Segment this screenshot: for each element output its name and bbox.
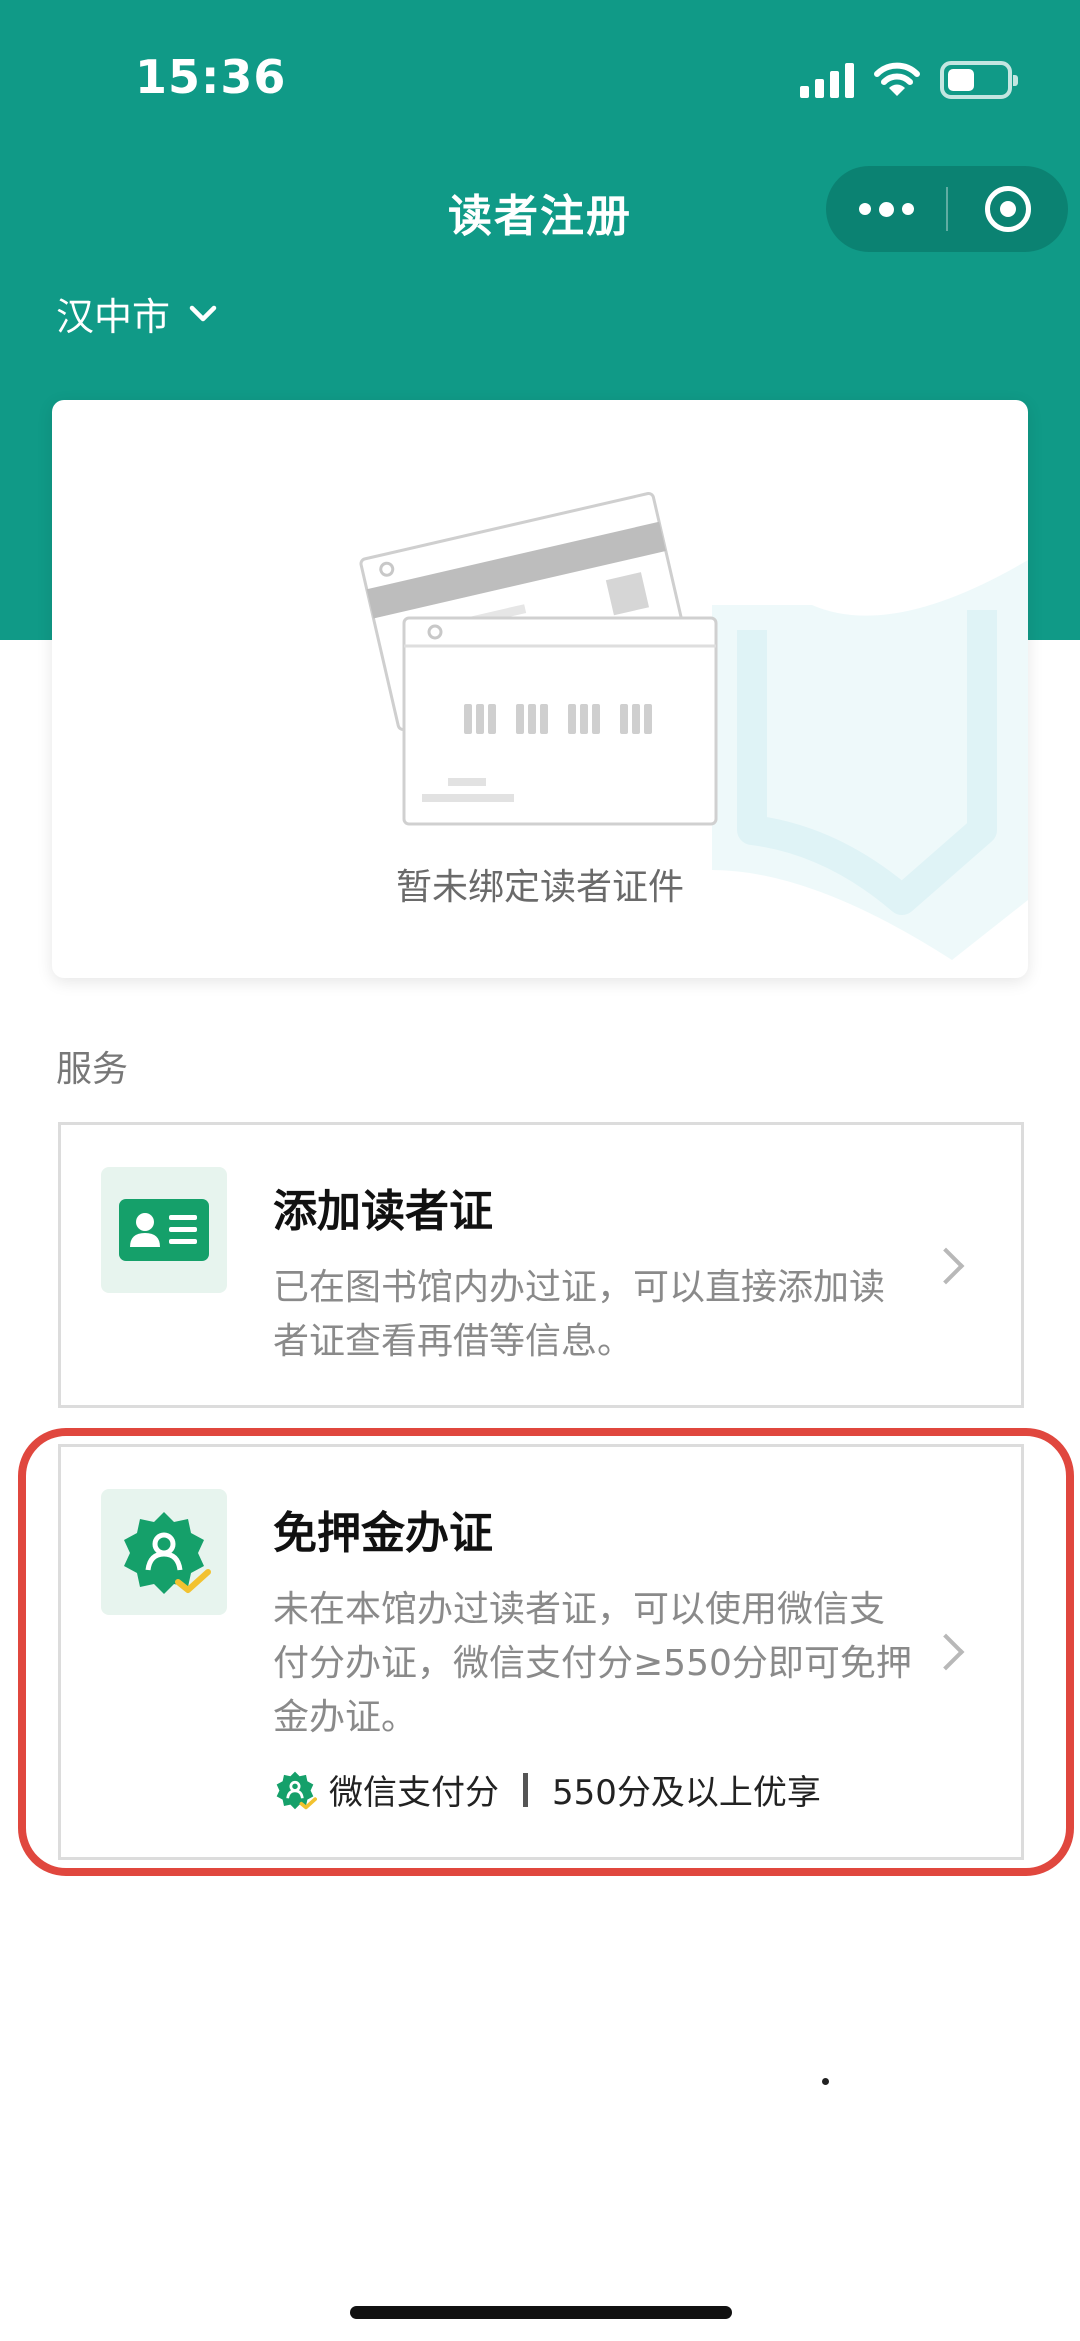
home-indicator (350, 2306, 732, 2319)
services-section-label: 服务 (56, 1049, 129, 1090)
add-reader-card-item[interactable]: 添加读者证 已在图书馆内办过证，可以直接添加读者证查看再借等信息。 (58, 1122, 1024, 1408)
empty-card-text: 暂未绑定读者证件 (395, 867, 684, 908)
chevron-down-icon (189, 305, 217, 321)
city-selector[interactable]: 汉中市 (56, 286, 218, 341)
more-dots-icon[interactable] (826, 166, 946, 252)
add-reader-card-title: 添加读者证 (273, 1186, 493, 1237)
signal-icon (800, 62, 854, 98)
wifi-icon (874, 62, 920, 96)
close-target-icon[interactable] (948, 166, 1068, 252)
mini-program-capsule (826, 166, 1068, 252)
status-icons (800, 58, 1018, 102)
add-reader-card-description: 已在图书馆内办过证，可以直接添加读者证查看再借等信息。 (273, 1267, 886, 1362)
reader-card-panel: 暂未绑定读者证件 (52, 400, 1028, 978)
highlight-outline (18, 1428, 1074, 1876)
status-time: 15:36 (135, 50, 287, 104)
stray-dot (822, 2078, 829, 2085)
battery-icon (940, 61, 1018, 99)
chevron-right-icon (927, 1247, 965, 1285)
city-label: 汉中市 (56, 295, 171, 339)
id-card-icon (101, 1167, 227, 1293)
